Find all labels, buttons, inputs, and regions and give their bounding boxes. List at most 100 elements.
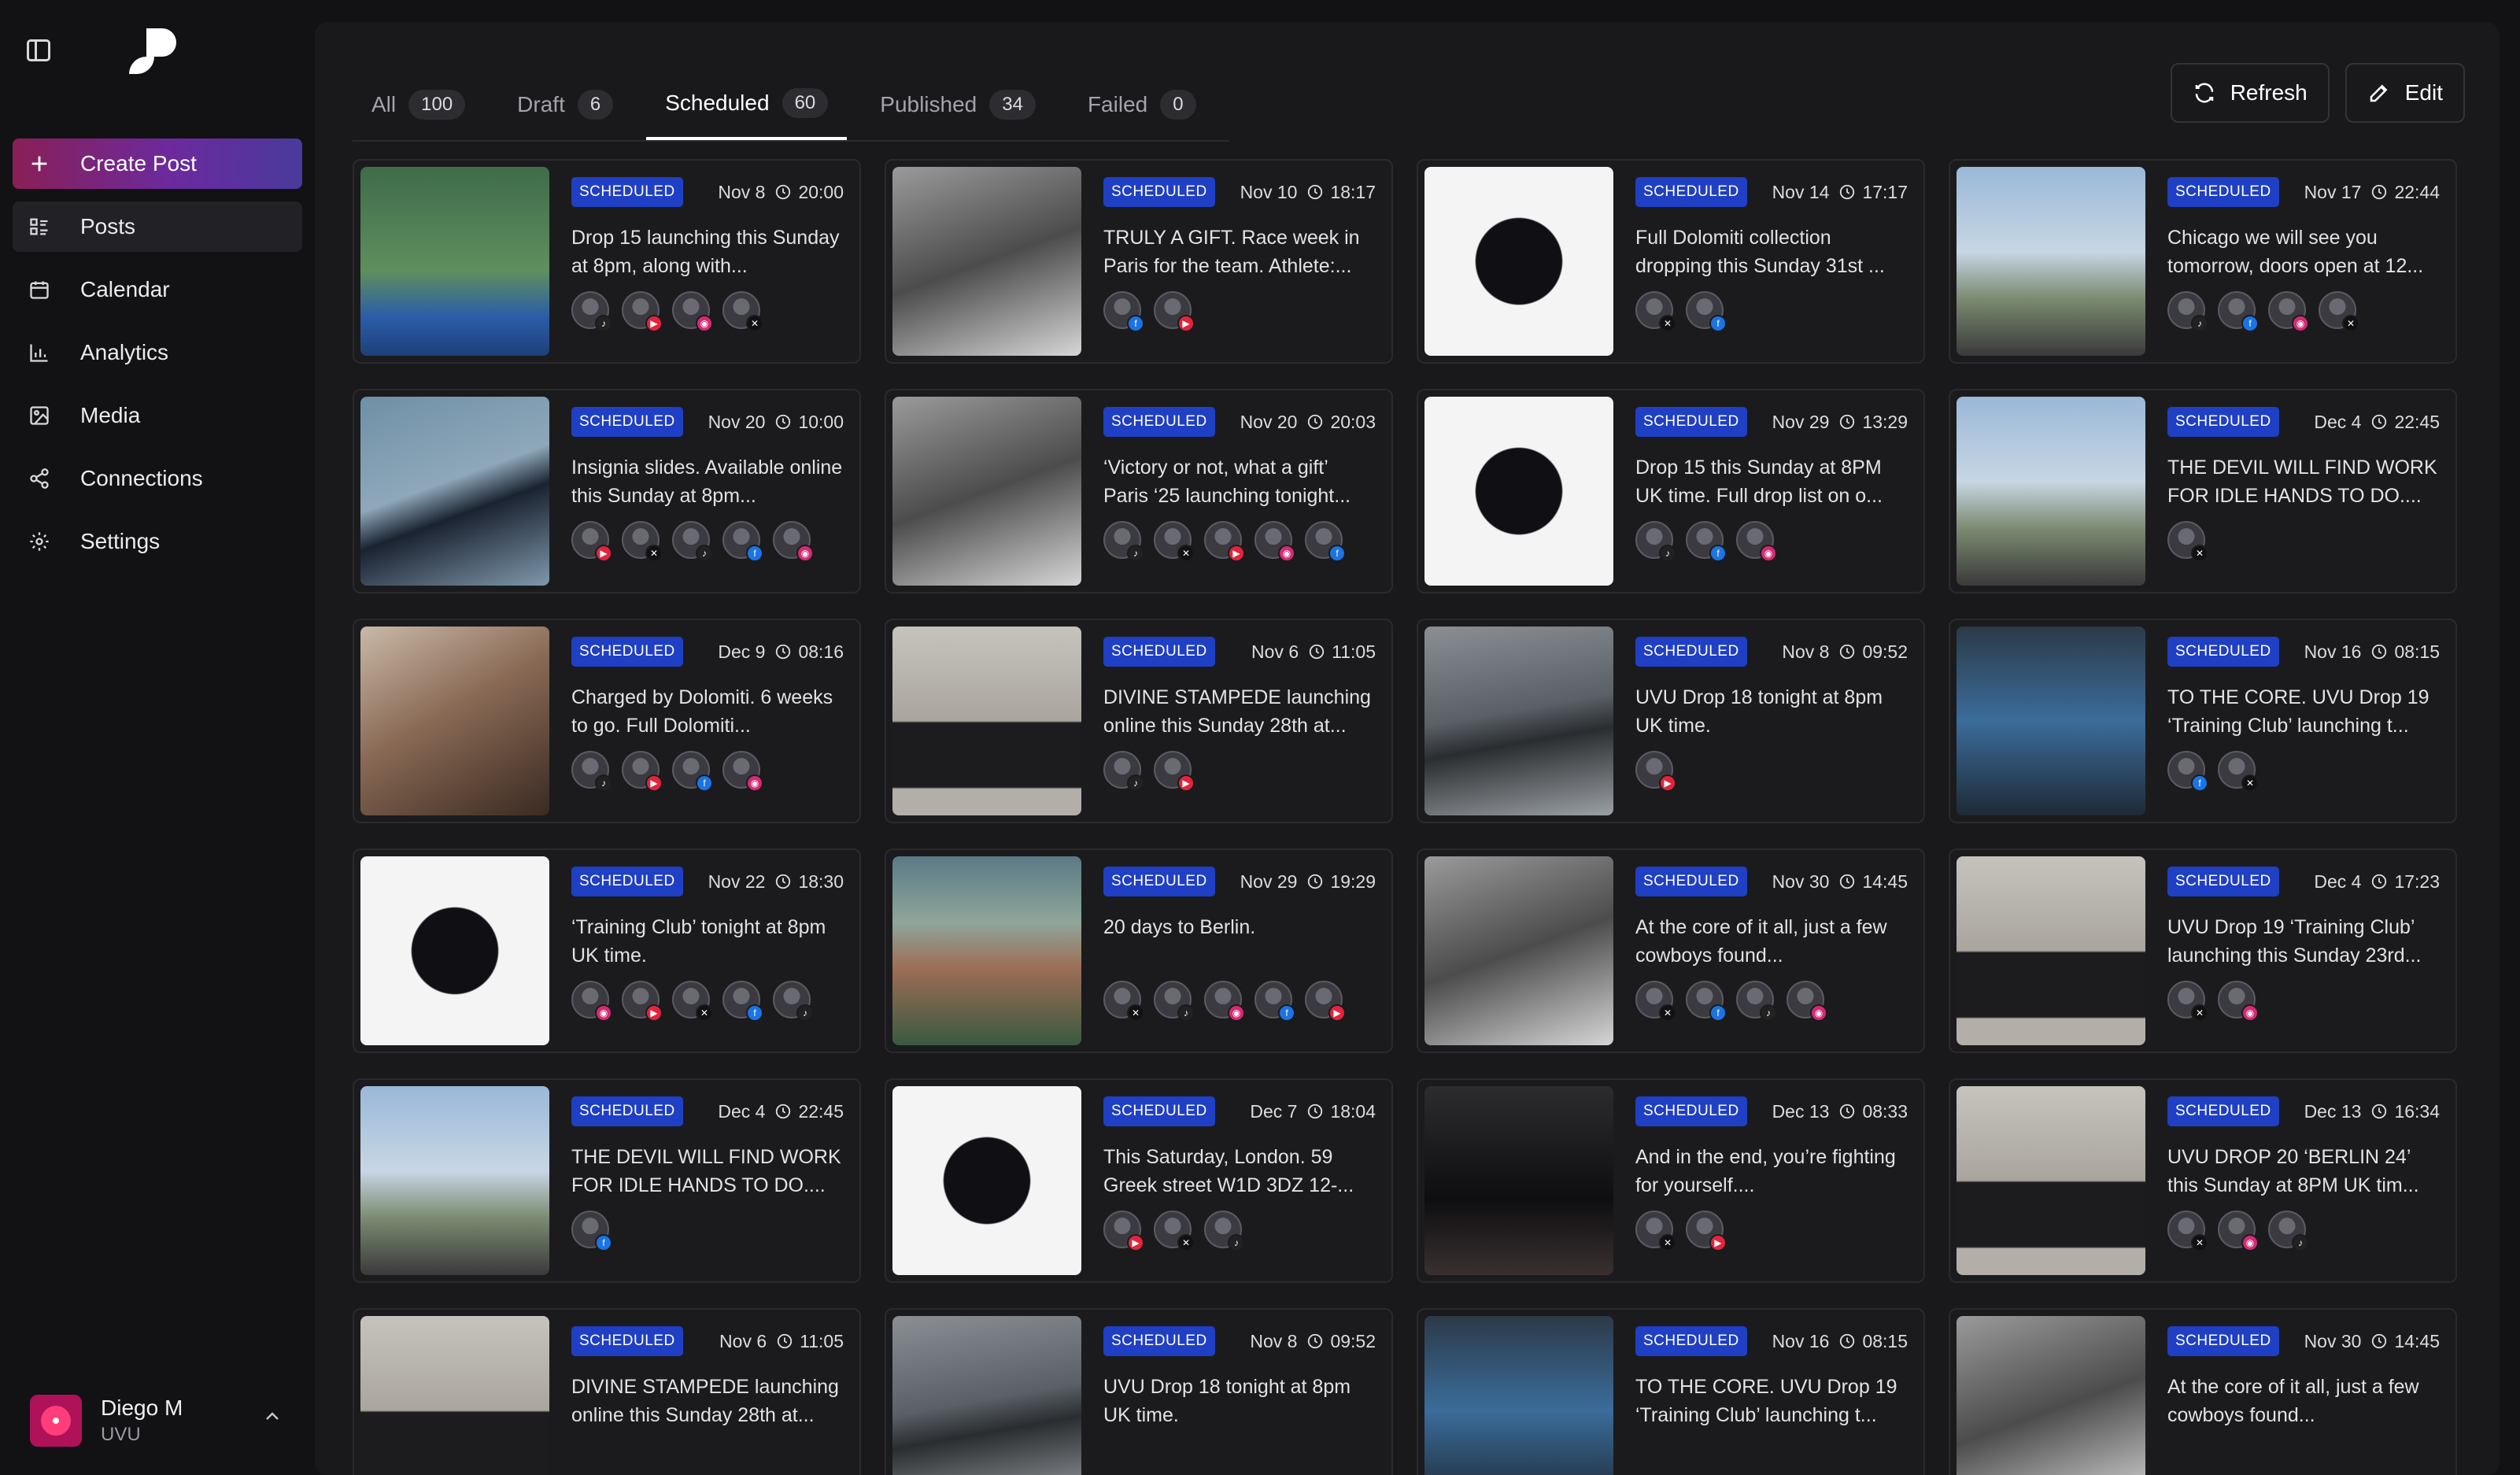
account-avatar[interactable]: ✕ [1154,1211,1195,1251]
account-avatar[interactable]: ♪ [571,291,612,332]
account-avatar[interactable]: f [722,981,763,1022]
post-card[interactable]: SCHEDULED Dec 9 08:16 Charged by Dolomit… [353,619,861,823]
account-avatar[interactable]: ✕ [2319,291,2359,332]
tab-published[interactable]: Published 34 [861,69,1055,140]
account-avatar[interactable]: ◉ [2268,291,2309,332]
tab-draft[interactable]: Draft 6 [498,69,632,140]
account-avatar[interactable]: f [1686,291,1727,332]
post-card[interactable]: SCHEDULED Dec 13 16:34 UVU DROP 20 ‘BERL… [1949,1078,2457,1283]
sidebar-item-posts[interactable]: Posts [13,201,302,252]
post-card[interactable]: SCHEDULED Dec 13 08:33 And in the end, y… [1417,1078,1925,1283]
account-avatar[interactable]: ♪ [2268,1211,2309,1251]
sidebar-item-connections[interactable]: Connections [13,453,302,504]
account-avatar[interactable]: ✕ [1154,521,1195,562]
account-avatar[interactable]: ▶ [622,291,663,332]
account-avatar[interactable]: ◉ [1204,981,1245,1022]
account-avatar[interactable]: ◉ [672,291,713,332]
post-card[interactable]: SCHEDULED Nov 29 13:29 Drop 15 this Sund… [1417,389,1925,593]
account-avatar[interactable]: ◉ [2218,1211,2259,1251]
post-card[interactable]: SCHEDULED Nov 8 09:52 UVU Drop 18 tonigh… [885,1308,1393,1475]
account-avatar[interactable]: f [571,1211,612,1251]
account-avatar[interactable]: ✕ [1103,981,1144,1022]
account-avatar[interactable]: f [1686,981,1727,1022]
account-avatar[interactable]: ♪ [1103,521,1144,562]
account-avatar[interactable]: ◉ [1254,521,1295,562]
sidebar-item-create-post[interactable]: Create Post [13,139,302,189]
account-avatar[interactable]: ✕ [1635,981,1676,1022]
post-card[interactable]: SCHEDULED Nov 20 20:03 ‘Victory or not, … [885,389,1393,593]
account-avatar[interactable]: ♪ [672,521,713,562]
post-card[interactable]: SCHEDULED Nov 14 17:17 Full Dolomiti col… [1417,159,1925,364]
account-avatar[interactable]: f [1254,981,1295,1022]
account-avatar[interactable]: ♪ [2167,291,2208,332]
account-avatar[interactable]: ♪ [1635,521,1676,562]
post-card[interactable]: SCHEDULED Nov 6 11:05 DIVINE STAMPEDE la… [885,619,1393,823]
account-avatar[interactable]: ✕ [722,291,763,332]
account-avatar[interactable]: ♪ [1103,751,1144,792]
account-avatar[interactable]: ◉ [571,981,612,1022]
sidebar-toggle-icon[interactable] [27,39,50,61]
account-avatar[interactable]: ✕ [2218,751,2259,792]
post-card[interactable]: SCHEDULED Nov 16 08:15 TO THE CORE. UVU … [1949,619,2457,823]
account-avatar[interactable]: ▶ [1204,521,1245,562]
account-avatar[interactable]: f [2218,291,2259,332]
post-card[interactable]: SCHEDULED Nov 30 14:45 At the core of it… [1417,848,1925,1053]
post-card[interactable]: SCHEDULED Nov 10 18:17 TRULY A GIFT. Rac… [885,159,1393,364]
account-avatar[interactable]: ✕ [1635,1211,1676,1251]
post-card[interactable]: SCHEDULED Nov 22 18:30 ‘Training Club’ t… [353,848,861,1053]
account-avatar[interactable]: ▶ [1154,291,1195,332]
account-avatar[interactable]: f [722,521,763,562]
account-avatar[interactable]: f [1686,521,1727,562]
tab-scheduled[interactable]: Scheduled 60 [646,69,848,140]
account-avatar[interactable]: ▶ [1686,1211,1727,1251]
account-avatar[interactable]: ✕ [2167,1211,2208,1251]
account-avatar[interactable]: ▶ [622,981,663,1022]
sidebar-item-settings[interactable]: Settings [13,516,302,567]
post-card[interactable]: SCHEDULED Nov 29 19:29 20 days to Berlin… [885,848,1393,1053]
account-avatar[interactable]: ▶ [1154,751,1195,792]
account-avatar[interactable]: ✕ [2167,521,2208,562]
account-avatar[interactable]: f [672,751,713,792]
account-avatar[interactable]: ▶ [571,521,612,562]
post-card[interactable]: SCHEDULED Dec 4 17:23 UVU Drop 19 ‘Train… [1949,848,2457,1053]
account-avatar[interactable]: ✕ [1635,291,1676,332]
account-avatar[interactable]: ✕ [2167,981,2208,1022]
account-avatar[interactable]: ◉ [722,751,763,792]
post-card[interactable]: SCHEDULED Nov 20 10:00 Insignia slides. … [353,389,861,593]
tab-failed[interactable]: Failed 0 [1069,69,1215,140]
account-avatar[interactable]: ◉ [773,521,814,562]
account-avatar[interactable]: f [1103,291,1144,332]
account-avatar[interactable]: ▶ [622,751,663,792]
post-card[interactable]: SCHEDULED Nov 16 08:15 TO THE CORE. UVU … [1417,1308,1925,1475]
post-card[interactable]: SCHEDULED Dec 7 18:04 This Saturday, Lon… [885,1078,1393,1283]
account-avatar[interactable]: ♪ [1204,1211,1245,1251]
tab-all[interactable]: All 100 [353,69,484,140]
account-avatar[interactable]: ▶ [1635,751,1676,792]
account-avatar[interactable]: f [1305,521,1346,562]
post-card[interactable]: SCHEDULED Nov 8 09:52 UVU Drop 18 tonigh… [1417,619,1925,823]
post-card[interactable]: SCHEDULED Nov 30 14:45 At the core of it… [1949,1308,2457,1475]
post-card[interactable]: SCHEDULED Nov 6 11:05 DIVINE STAMPEDE la… [353,1308,861,1475]
refresh-button[interactable]: Refresh [2170,63,2330,123]
post-card[interactable]: SCHEDULED Dec 4 22:45 THE DEVIL WILL FIN… [353,1078,861,1283]
account-avatar[interactable]: ▶ [1103,1211,1144,1251]
account-avatar[interactable]: ♪ [773,981,814,1022]
account-avatar[interactable]: ◉ [1787,981,1827,1022]
post-card[interactable]: SCHEDULED Nov 17 22:44 Chicago we will s… [1949,159,2457,364]
sidebar-item-calendar[interactable]: Calendar [13,264,302,315]
post-card[interactable]: SCHEDULED Dec 4 22:45 THE DEVIL WILL FIN… [1949,389,2457,593]
sidebar-item-media[interactable]: Media [13,390,302,441]
account-avatar[interactable]: f [2167,751,2208,792]
account-avatar[interactable]: ◉ [2218,981,2259,1022]
account-avatar[interactable]: ♪ [571,751,612,792]
sidebar-item-analytics[interactable]: Analytics [13,327,302,378]
account-avatar[interactable]: ✕ [622,521,663,562]
account-avatar[interactable]: ◉ [1736,521,1777,562]
user-menu[interactable]: Diego M UVU [30,1392,297,1450]
account-avatar[interactable]: ♪ [1736,981,1777,1022]
account-avatar[interactable]: ♪ [1154,981,1195,1022]
post-card[interactable]: SCHEDULED Nov 8 20:00 Drop 15 launching … [353,159,861,364]
account-avatar[interactable]: ▶ [1305,981,1346,1022]
edit-button[interactable]: Edit [2344,63,2465,123]
account-avatar[interactable]: ✕ [672,981,713,1022]
